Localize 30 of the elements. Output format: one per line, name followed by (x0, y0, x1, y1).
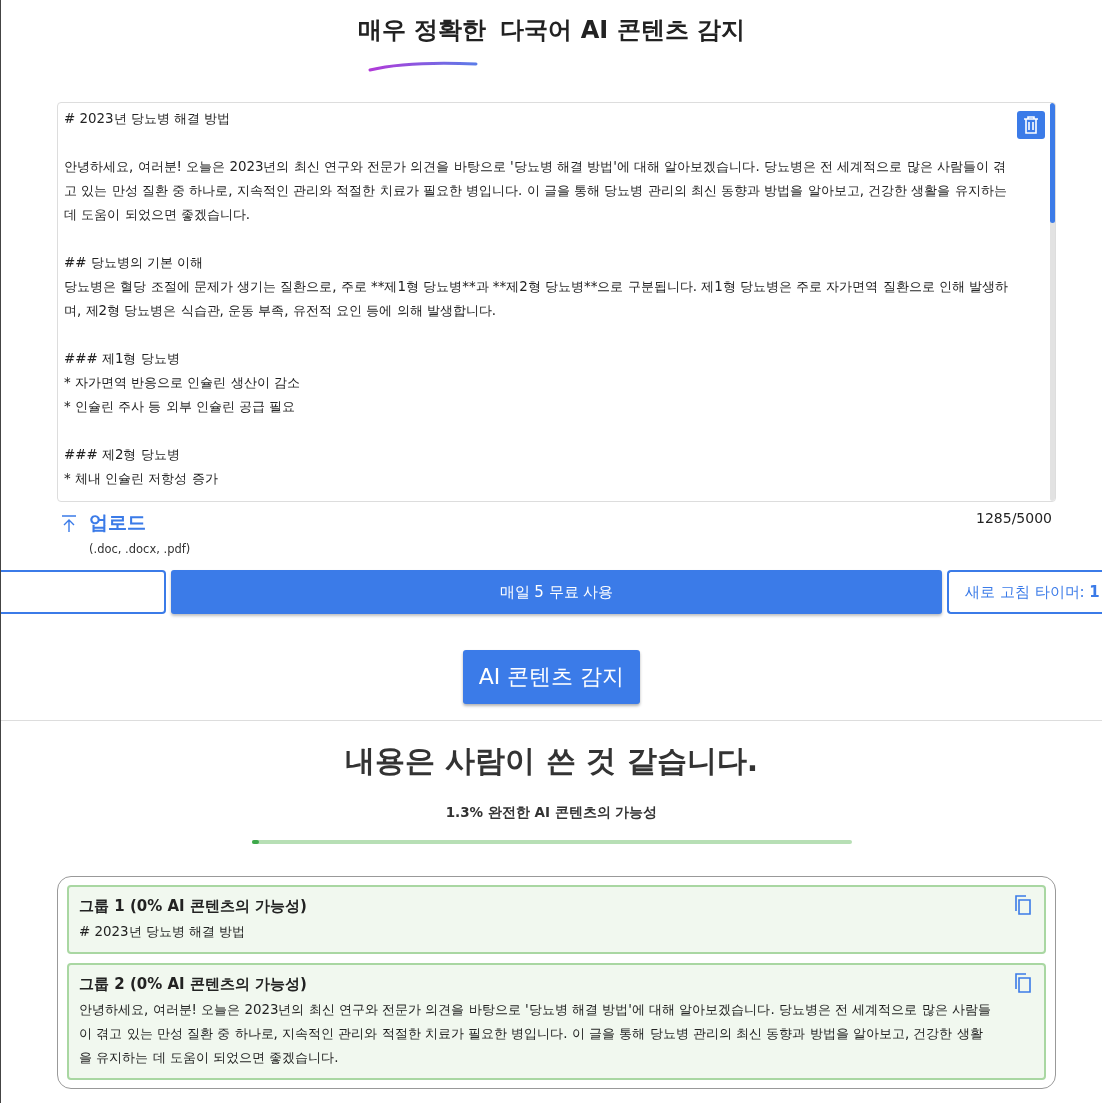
file-formats-text: (.doc, .docx, .pdf) (89, 542, 191, 556)
free-uses-bar: 매일 5 무료 사용 (171, 570, 942, 614)
editor-text-line: 당뇨병은 혈당 조절에 문제가 생기는 질환으로, 주로 **제1형 당뇨병**과 **제2형 당뇨병**으로 구분됩니다. 제1형 당뇨병은 주로 자가면역 질환으로 인해 발생하며, 제2형 당뇨병은 식습관, 운동 부족, 유전적 요인 등에 의해 발생합니다. (64, 278, 1009, 320)
group-title: 그룹 2 (0% AI 콘텐츠의 가능성) (79, 975, 308, 994)
text-input-field[interactable] (57, 102, 1056, 502)
editor-text-line: # 2023년 당뇨병 해결 방법 (64, 110, 232, 128)
editor-text-line: * 체내 인슐린 저항성 증가 (64, 470, 219, 488)
probability-label: 1.3% 완전한 AI 콘텐츠의 가능성 (444, 804, 659, 822)
verdict-heading: 내용은 사람이 쓴 것 같습니다. (343, 742, 760, 780)
editor-text-line: ## 당뇨병의 기본 이해 (64, 254, 205, 272)
editor-text-line: * 자가면역 반응으로 인슐린 생산이 감소 (64, 374, 301, 392)
character-counter: 1285/5000 (976, 510, 1052, 528)
copy-icon[interactable] (1014, 895, 1032, 915)
editor-text-line: ### 제2형 당뇨병 (64, 446, 181, 464)
editor-text-line: * 인슐린 주사 등 외부 인슐린 공급 필요 (64, 398, 297, 416)
delete-button[interactable] (1017, 111, 1045, 139)
editor-text-line: 안녕하세요, 여러분! 오늘은 2023년의 최신 연구와 전문가 의견을 바탕으로 '당뇨병 해결 방법'에 대해 알아보겠습니다. 당뇨병은 전 세계적으로 많은 사람들이 겪고 있는 만성 질환 중 하나로, 지속적인 관리와 적절한 치료가 필요한 병입니다. 이 글을 통해 당뇨병 관리의 최신 동향과 방법을 알아보고, 건강한 생활을 유지하는 데 도움이 되었으면 좋겠습니다. (64, 158, 1008, 224)
refresh-timer: 새로 고침 타이머: 1 (947, 570, 1102, 614)
group-title: 그룹 1 (0% AI 콘텐츠의 가능성) (79, 897, 308, 916)
trash-icon (1023, 116, 1039, 134)
upload-icon (59, 514, 79, 534)
upload-link[interactable]: 업로드 (89, 510, 146, 536)
copy-icon[interactable] (1014, 973, 1032, 993)
title-text: 다국어 AI 콘텐츠 감지 (500, 15, 745, 46)
editor-text-line: ### 제1형 당뇨병 (64, 350, 181, 368)
group-text: 안녕하세요, 여러분! 오늘은 2023년의 최신 연구와 전문가 의견을 바탕으로 '당뇨병 해결 방법'에 대해 알아보겠습니다. 당뇨병은 전 세계적으로 많은 사람들이 겪고 있는 만성 질환 중 하나로, 지속적인 관리와 적절한 치료가 필요한 병입니다. 이 글을 통해 당뇨병 관리의 최신 동향과 방법을 알아보고, 건강한 생활을 유지하는 데 도움이 되었으면 좋겠습니다. (79, 1001, 992, 1067)
title-text: 매우 정확한 (358, 14, 487, 64)
scrollbar[interactable] (1050, 103, 1055, 501)
group-text: # 2023년 당뇨병 해결 방법 (79, 923, 247, 941)
detect-button[interactable]: AI 콘텐츠 감지 (462, 650, 641, 704)
